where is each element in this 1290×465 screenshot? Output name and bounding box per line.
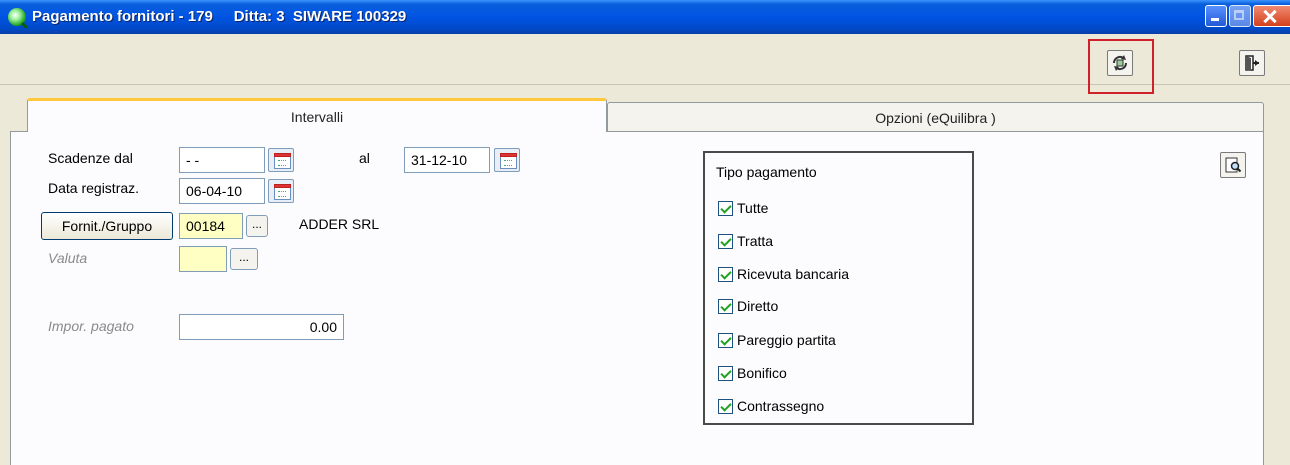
calendar-icon	[274, 153, 291, 169]
data-registraz-label: Data registraz.	[48, 180, 140, 196]
exit-button[interactable]	[1239, 50, 1265, 76]
exit-icon	[1240, 51, 1264, 75]
checkbox-icon[interactable]	[718, 298, 733, 314]
fornit-gruppo-button[interactable]: Fornit./Gruppo	[41, 212, 173, 240]
valuta-label: Valuta	[48, 250, 88, 266]
checkbox-label: Tutte	[737, 200, 769, 216]
scadenze-dal-label: Scadenze dal	[48, 150, 133, 166]
refresh-icon	[1108, 51, 1132, 75]
checkbox-bonifico[interactable]: Bonifico	[718, 364, 787, 382]
window-title: Pagamento fornitori - 179 Ditta: 3 SIWAR…	[32, 8, 407, 25]
calendar-button[interactable]	[494, 148, 520, 172]
valuta-input[interactable]	[179, 246, 227, 272]
data-registraz-input[interactable]: 06-04-10	[179, 178, 265, 204]
impor-pagato-input[interactable]: 0.00	[179, 314, 344, 340]
close-button[interactable]	[1253, 5, 1290, 27]
checkbox-ricevuta-bancaria[interactable]: Ricevuta bancaria	[718, 265, 849, 283]
maximize-button[interactable]	[1229, 5, 1251, 27]
checkbox-icon[interactable]	[718, 365, 733, 381]
checkbox-label: Diretto	[737, 298, 779, 314]
checkbox-icon[interactable]	[718, 266, 733, 282]
calendar-button[interactable]	[268, 148, 294, 172]
tipo-pagamento-group	[703, 151, 974, 425]
app-icon	[8, 8, 26, 26]
tab-opzioni[interactable]: Opzioni (eQuilibra )	[607, 102, 1264, 132]
checkbox-icon[interactable]	[718, 200, 733, 216]
checkbox-tratta[interactable]: Tratta	[718, 232, 773, 250]
checkbox-label: Bonifico	[737, 365, 787, 381]
tipo-pagamento-title: Tipo pagamento	[716, 164, 817, 180]
checkbox-label: Ricevuta bancaria	[737, 266, 850, 282]
refresh-button[interactable]	[1107, 50, 1133, 76]
checkbox-label: Pareggio partita	[737, 332, 836, 348]
impor-pagato-label: Impor. pagato	[48, 318, 134, 334]
scadenze-dal-input[interactable]: - -	[179, 147, 265, 173]
checkbox-pareggio-partita[interactable]: Pareggio partita	[718, 331, 836, 349]
minimize-button[interactable]	[1205, 5, 1227, 27]
valuta-lookup-button[interactable]: ...	[230, 248, 258, 270]
checkbox-label: Contrassegno	[737, 398, 825, 414]
checkbox-tutte[interactable]: Tutte	[718, 199, 768, 217]
calendar-icon	[500, 153, 517, 169]
calendar-icon	[274, 184, 291, 200]
checkbox-icon[interactable]	[718, 332, 733, 348]
fornit-name: ADDER SRL	[299, 216, 380, 232]
checkbox-label: Tratta	[737, 233, 774, 249]
preview-button[interactable]	[1220, 152, 1246, 178]
al-date-input[interactable]: 31-12-10	[404, 147, 490, 173]
checkbox-icon[interactable]	[718, 398, 733, 414]
checkbox-diretto[interactable]: Diretto	[718, 297, 778, 315]
magnifier-icon	[1221, 153, 1245, 177]
calendar-button[interactable]	[268, 179, 294, 203]
fornit-lookup-button[interactable]: ...	[246, 215, 268, 237]
checkbox-contrassegno[interactable]: Contrassegno	[718, 397, 824, 415]
tab-intervalli[interactable]: Intervalli	[27, 98, 607, 132]
al-label: al	[359, 150, 370, 166]
fornit-code-input[interactable]: 00184	[179, 213, 243, 239]
checkbox-icon[interactable]	[718, 233, 733, 249]
